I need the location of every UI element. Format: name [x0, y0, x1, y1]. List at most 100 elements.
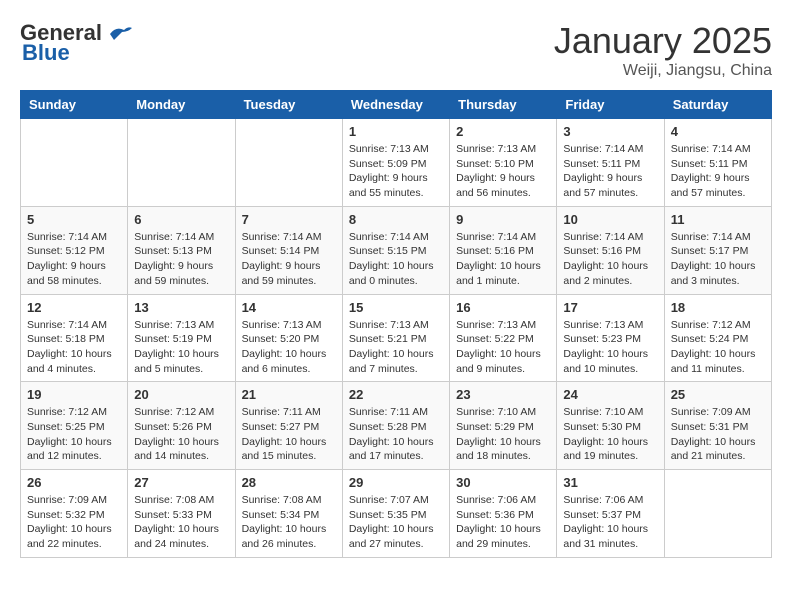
day-number: 11	[671, 212, 765, 227]
calendar-cell: 21 Sunrise: 7:11 AMSunset: 5:27 PMDayligh…	[235, 382, 342, 470]
day-number: 17	[563, 300, 657, 315]
day-info: Sunrise: 7:11 AMSunset: 5:28 PMDaylight:…	[349, 405, 443, 464]
calendar-cell: 26Sunrise: 7:09 AMSunset: 5:32 PMDayligh…	[21, 470, 128, 558]
day-info: Sunrise: 7:14 AMSunset: 5:15 PMDaylight:…	[349, 230, 443, 289]
day-number: 3	[563, 124, 657, 139]
calendar-cell: 22 Sunrise: 7:11 AMSunset: 5:28 PMDayligh…	[342, 382, 449, 470]
day-info: Sunrise: 7:14 AMSunset: 5:16 PMDaylight:…	[456, 230, 550, 289]
calendar-cell: 9 Sunrise: 7:14 AMSunset: 5:16 PMDaylight…	[450, 206, 557, 294]
calendar-cell: 19 Sunrise: 7:12 AMSunset: 5:25 PMDayligh…	[21, 382, 128, 470]
logo-bird-icon	[106, 22, 134, 44]
day-number: 23	[456, 387, 550, 402]
day-info: Sunrise: 7:06 AMSunset: 5:37 PMDaylight:…	[563, 493, 657, 552]
day-info: Sunrise: 7:13 AMSunset: 5:10 PMDaylight:…	[456, 142, 550, 201]
calendar-cell: 2 Sunrise: 7:13 AMSunset: 5:10 PMDaylight…	[450, 119, 557, 207]
day-number: 6	[134, 212, 228, 227]
day-info: Sunrise: 7:12 AMSunset: 5:24 PMDaylight:…	[671, 318, 765, 377]
day-number: 7	[242, 212, 336, 227]
calendar-cell	[128, 119, 235, 207]
calendar-cell: 28 Sunrise: 7:08 AMSunset: 5:34 PMDayligh…	[235, 470, 342, 558]
day-info: Sunrise: 7:08 AMSunset: 5:33 PMDaylight:…	[134, 493, 228, 552]
day-number: 5	[27, 212, 121, 227]
calendar-cell: 17 Sunrise: 7:13 AMSunset: 5:23 PMDayligh…	[557, 294, 664, 382]
calendar-cell: 4Sunrise: 7:14 AMSunset: 5:11 PMDaylight…	[664, 119, 771, 207]
day-info: Sunrise: 7:08 AMSunset: 5:34 PMDaylight:…	[242, 493, 336, 552]
day-number: 16	[456, 300, 550, 315]
calendar-cell	[235, 119, 342, 207]
day-number: 15	[349, 300, 443, 315]
day-number: 8	[349, 212, 443, 227]
day-number: 18	[671, 300, 765, 315]
weekday-header-row: SundayMondayTuesdayWednesdayThursdayFrid…	[21, 91, 772, 119]
day-info: Sunrise: 7:10 AMSunset: 5:30 PMDaylight:…	[563, 405, 657, 464]
location-subtitle: Weiji, Jiangsu, China	[554, 62, 772, 80]
day-number: 27	[134, 475, 228, 490]
day-info: Sunrise: 7:12 AMSunset: 5:26 PMDaylight:…	[134, 405, 228, 464]
day-info: Sunrise: 7:13 AMSunset: 5:23 PMDaylight:…	[563, 318, 657, 377]
calendar-cell: 1Sunrise: 7:13 AMSunset: 5:09 PMDaylight…	[342, 119, 449, 207]
page-header: General Blue January 2025 Weiji, Jiangsu…	[20, 20, 772, 80]
weekday-header-saturday: Saturday	[664, 91, 771, 119]
calendar-week-row: 12 Sunrise: 7:14 AMSunset: 5:18 PMDayligh…	[21, 294, 772, 382]
day-info: Sunrise: 7:12 AMSunset: 5:25 PMDaylight:…	[27, 405, 121, 464]
calendar-cell: 25Sunrise: 7:09 AMSunset: 5:31 PMDayligh…	[664, 382, 771, 470]
calendar-cell: 5 Sunrise: 7:14 AMSunset: 5:12 PMDaylight…	[21, 206, 128, 294]
day-info: Sunrise: 7:13 AMSunset: 5:22 PMDaylight:…	[456, 318, 550, 377]
weekday-header-wednesday: Wednesday	[342, 91, 449, 119]
month-title: January 2025	[554, 20, 772, 62]
day-number: 14	[242, 300, 336, 315]
day-number: 4	[671, 124, 765, 139]
day-info: Sunrise: 7:09 AMSunset: 5:32 PMDaylight:…	[27, 493, 121, 552]
day-info: Sunrise: 7:13 AMSunset: 5:19 PMDaylight:…	[134, 318, 228, 377]
day-number: 28	[242, 475, 336, 490]
day-number: 2	[456, 124, 550, 139]
logo: General Blue	[20, 20, 134, 66]
day-number: 13	[134, 300, 228, 315]
day-info: Sunrise: 7:14 AMSunset: 5:18 PMDaylight:…	[27, 318, 121, 377]
calendar-week-row: 5 Sunrise: 7:14 AMSunset: 5:12 PMDaylight…	[21, 206, 772, 294]
calendar-cell: 3 Sunrise: 7:14 AMSunset: 5:11 PMDaylight…	[557, 119, 664, 207]
day-info: Sunrise: 7:14 AMSunset: 5:11 PMDaylight:…	[563, 142, 657, 201]
day-number: 29	[349, 475, 443, 490]
calendar-week-row: 1Sunrise: 7:13 AMSunset: 5:09 PMDaylight…	[21, 119, 772, 207]
calendar-week-row: 26Sunrise: 7:09 AMSunset: 5:32 PMDayligh…	[21, 470, 772, 558]
day-number: 19	[27, 387, 121, 402]
day-info: Sunrise: 7:07 AMSunset: 5:35 PMDaylight:…	[349, 493, 443, 552]
day-number: 24	[563, 387, 657, 402]
day-number: 12	[27, 300, 121, 315]
logo-blue-text: Blue	[22, 40, 70, 66]
day-info: Sunrise: 7:13 AMSunset: 5:21 PMDaylight:…	[349, 318, 443, 377]
day-info: Sunrise: 7:09 AMSunset: 5:31 PMDaylight:…	[671, 405, 765, 464]
day-number: 30	[456, 475, 550, 490]
weekday-header-thursday: Thursday	[450, 91, 557, 119]
calendar-cell: 7 Sunrise: 7:14 AMSunset: 5:14 PMDaylight…	[235, 206, 342, 294]
day-info: Sunrise: 7:10 AMSunset: 5:29 PMDaylight:…	[456, 405, 550, 464]
day-number: 9	[456, 212, 550, 227]
calendar-cell: 15 Sunrise: 7:13 AMSunset: 5:21 PMDayligh…	[342, 294, 449, 382]
calendar-cell: 18 Sunrise: 7:12 AMSunset: 5:24 PMDayligh…	[664, 294, 771, 382]
day-info: Sunrise: 7:14 AMSunset: 5:16 PMDaylight:…	[563, 230, 657, 289]
calendar-cell: 6Sunrise: 7:14 AMSunset: 5:13 PMDaylight…	[128, 206, 235, 294]
calendar-cell: 11 Sunrise: 7:14 AMSunset: 5:17 PMDayligh…	[664, 206, 771, 294]
calendar-cell: 27 Sunrise: 7:08 AMSunset: 5:33 PMDayligh…	[128, 470, 235, 558]
day-info: Sunrise: 7:14 AMSunset: 5:12 PMDaylight:…	[27, 230, 121, 289]
calendar-cell: 10 Sunrise: 7:14 AMSunset: 5:16 PMDayligh…	[557, 206, 664, 294]
day-info: Sunrise: 7:14 AMSunset: 5:17 PMDaylight:…	[671, 230, 765, 289]
calendar-cell: 8 Sunrise: 7:14 AMSunset: 5:15 PMDaylight…	[342, 206, 449, 294]
weekday-header-monday: Monday	[128, 91, 235, 119]
calendar-cell	[664, 470, 771, 558]
calendar-cell: 31 Sunrise: 7:06 AMSunset: 5:37 PMDayligh…	[557, 470, 664, 558]
weekday-header-tuesday: Tuesday	[235, 91, 342, 119]
calendar-cell: 30Sunrise: 7:06 AMSunset: 5:36 PMDayligh…	[450, 470, 557, 558]
day-info: Sunrise: 7:11 AMSunset: 5:27 PMDaylight:…	[242, 405, 336, 464]
calendar-cell: 14Sunrise: 7:13 AMSunset: 5:20 PMDayligh…	[235, 294, 342, 382]
calendar-table: SundayMondayTuesdayWednesdayThursdayFrid…	[20, 90, 772, 558]
calendar-week-row: 19 Sunrise: 7:12 AMSunset: 5:25 PMDayligh…	[21, 382, 772, 470]
day-info: Sunrise: 7:14 AMSunset: 5:14 PMDaylight:…	[242, 230, 336, 289]
day-number: 22	[349, 387, 443, 402]
day-number: 21	[242, 387, 336, 402]
day-number: 10	[563, 212, 657, 227]
calendar-cell: 24 Sunrise: 7:10 AMSunset: 5:30 PMDayligh…	[557, 382, 664, 470]
calendar-cell: 12 Sunrise: 7:14 AMSunset: 5:18 PMDayligh…	[21, 294, 128, 382]
day-number: 31	[563, 475, 657, 490]
